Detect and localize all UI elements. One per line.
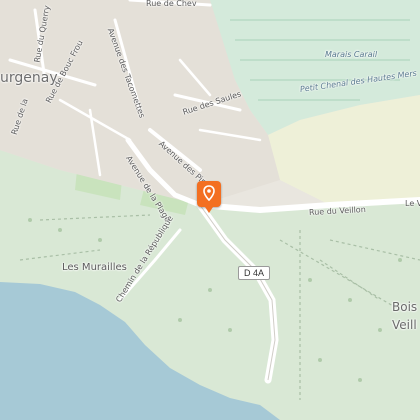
place-label-les-murailles: Les Murailles (62, 262, 127, 273)
map-pin-icon (203, 185, 215, 201)
street-label-le-v: Le V (405, 199, 420, 208)
place-label-veill: Veill (392, 318, 417, 332)
place-label-bois: Bois (392, 300, 418, 314)
town-label: urgenay (0, 70, 58, 86)
map-viewport[interactable]: urgenay Rue de Chev Rue du Querry Avenue… (0, 0, 420, 420)
street-label-rue-de-chev: Rue de Chev (146, 0, 197, 8)
road-badge-d4a: D 4A (238, 266, 271, 280)
location-marker[interactable] (197, 181, 221, 213)
marsh-label-marais-carail: Marais Carail (325, 50, 378, 59)
